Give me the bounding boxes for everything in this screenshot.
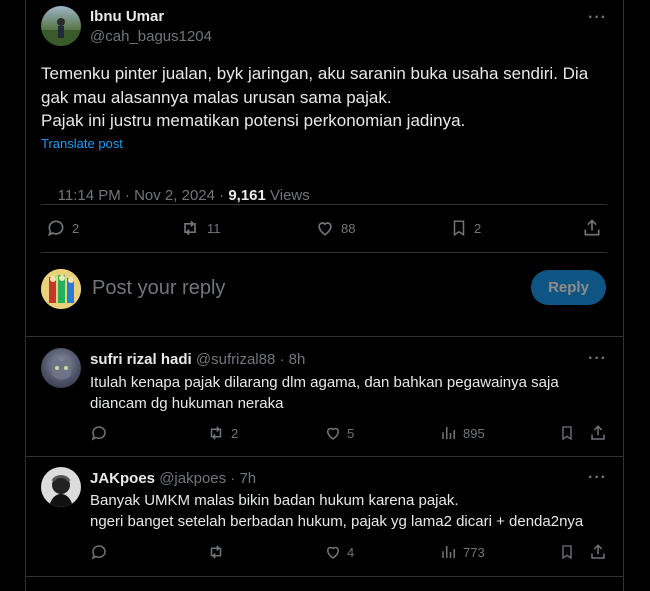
- reply-header: JAKpoes @jakpoes · 7h: [90, 470, 256, 487]
- post-text-line: Pajak ini justru mematikan potensi perko…: [41, 111, 466, 130]
- repost-icon: [179, 218, 201, 238]
- bookmark-icon: [450, 218, 468, 238]
- post-text: Temenku pinter jualan, byk jaringan, aku…: [41, 62, 616, 133]
- divider: [26, 576, 624, 577]
- my-avatar[interactable]: [41, 269, 81, 309]
- bookmark-icon[interactable]: [559, 543, 575, 561]
- views-count: 773: [463, 544, 485, 560]
- reply-avatar[interactable]: [41, 467, 81, 507]
- reply-text-line: ngeri banget setelah berbadan hukum, paj…: [90, 513, 584, 530]
- bookmark-count: 2: [474, 220, 482, 236]
- more-options-icon[interactable]: ···: [588, 350, 607, 368]
- repost-count: 11: [207, 220, 221, 236]
- views-count: 9,161: [228, 187, 266, 204]
- reply-action[interactable]: [90, 543, 108, 561]
- post-text-line: Temenku pinter jualan, byk jaringan, aku…: [41, 64, 589, 83]
- reply-text-line: Banyak UMKM malas bikin badan hukum kare…: [90, 492, 459, 509]
- reply-icon: [90, 543, 108, 561]
- post-meta: 11:14 PM · Nov 2, 2024 · 9,161 Views: [41, 170, 310, 221]
- author-name[interactable]: Ibnu Umar: [90, 8, 164, 25]
- reply-header: sufri rizal hadi @sufrizal88 · 8h: [90, 351, 305, 368]
- heart-icon: [324, 543, 342, 561]
- translate-post-link[interactable]: Translate post: [41, 136, 123, 151]
- reply-input[interactable]: Post your reply: [92, 277, 225, 300]
- reply-count: 2: [72, 220, 80, 236]
- like-count: 4: [347, 544, 355, 560]
- repost-icon: [206, 424, 226, 442]
- author-avatar[interactable]: [41, 6, 81, 46]
- like-action[interactable]: 88: [315, 218, 355, 238]
- post-text-line: gak mau alasannya malas urusan sama paja…: [41, 87, 392, 107]
- views-label: Views: [265, 187, 310, 204]
- repost-action[interactable]: 11: [179, 218, 221, 238]
- heart-icon: [315, 218, 335, 238]
- like-count: 5: [347, 425, 355, 441]
- share-icon[interactable]: [589, 543, 607, 561]
- reply-icon: [46, 218, 66, 238]
- reply-text: Itulah kenapa pajak dilarang dlm agama, …: [90, 372, 610, 414]
- repost-action[interactable]: [206, 543, 226, 561]
- divider: [26, 336, 624, 337]
- reply-text: Banyak UMKM malas bikin badan hukum kare…: [90, 490, 620, 532]
- bookmark-icon[interactable]: [559, 424, 575, 442]
- share-icon[interactable]: [589, 424, 607, 442]
- like-count: 88: [341, 220, 356, 236]
- post-timestamp[interactable]: 11:14 PM · Nov 2, 2024 ·: [58, 187, 229, 204]
- reply-text-line: diancam dg hukuman neraka: [90, 395, 284, 412]
- views-action[interactable]: 773: [440, 543, 485, 561]
- views-action[interactable]: 895: [440, 424, 485, 442]
- like-action[interactable]: 5: [324, 424, 354, 442]
- repost-count: 2: [231, 425, 239, 441]
- author-handle[interactable]: @cah_bagus1204: [90, 28, 212, 45]
- repost-action[interactable]: 2: [206, 424, 238, 442]
- more-options-icon[interactable]: ···: [588, 9, 607, 27]
- more-options-icon[interactable]: ···: [588, 469, 607, 487]
- bookmark-action[interactable]: 2: [450, 218, 481, 238]
- reply-author-name[interactable]: JAKpoes: [90, 470, 155, 487]
- repost-icon: [206, 543, 226, 561]
- reply-button[interactable]: Reply: [531, 270, 606, 305]
- divider: [41, 204, 607, 205]
- reply-author-name[interactable]: sufri rizal hadi: [90, 351, 192, 368]
- post-thread-column: Ibnu Umar @cah_bagus1204 ··· Temenku pin…: [25, 0, 624, 591]
- heart-icon: [324, 424, 342, 442]
- like-action[interactable]: 4: [324, 543, 354, 561]
- divider: [41, 252, 607, 253]
- views-count: 895: [463, 425, 485, 441]
- reply-text-line: Itulah kenapa pajak dilarang dlm agama, …: [90, 374, 559, 391]
- reply-handle-time[interactable]: @sufrizal88 · 8h: [196, 351, 305, 368]
- reply-avatar[interactable]: [41, 348, 81, 388]
- analytics-icon: [440, 424, 458, 442]
- share-icon[interactable]: [582, 218, 602, 238]
- reply-action[interactable]: [90, 424, 108, 442]
- reply-icon: [90, 424, 108, 442]
- reply-handle-time[interactable]: @jakpoes · 7h: [159, 470, 256, 487]
- divider: [26, 456, 624, 457]
- reply-action[interactable]: 2: [46, 218, 79, 238]
- analytics-icon: [440, 543, 458, 561]
